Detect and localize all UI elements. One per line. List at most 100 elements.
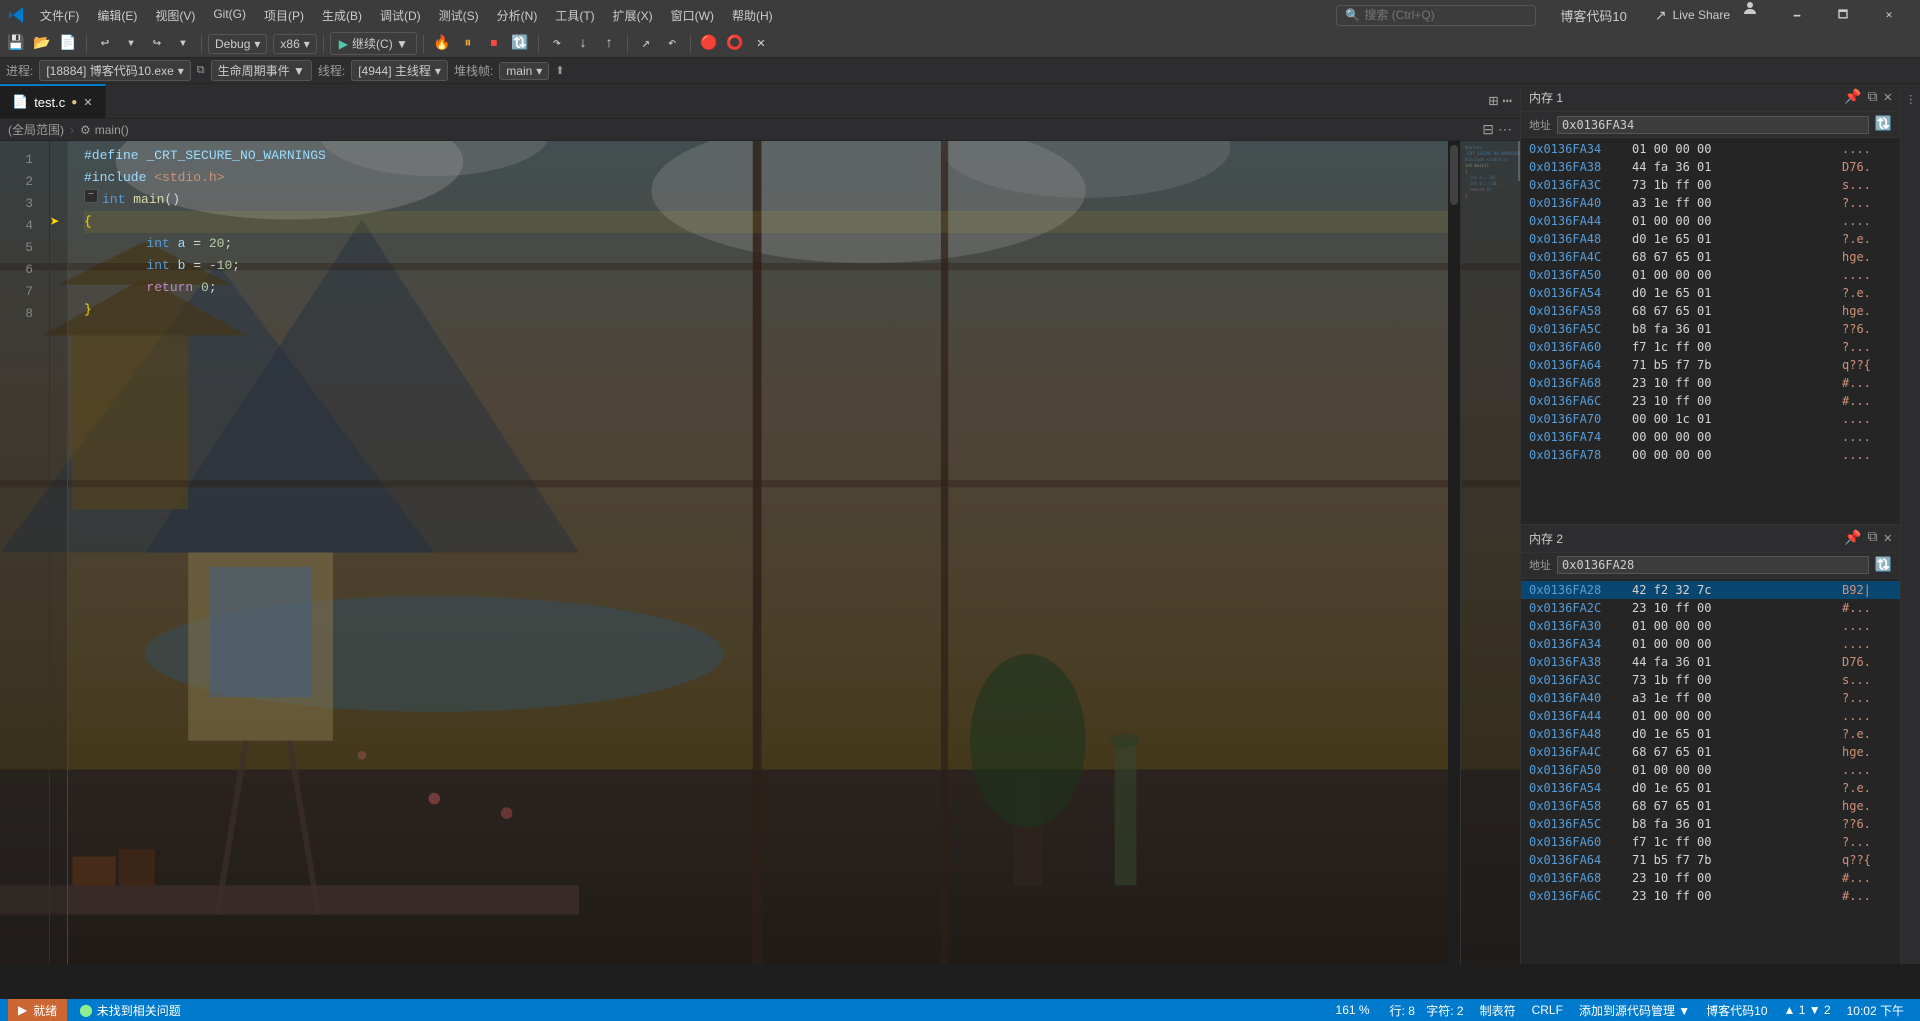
memory-row[interactable]: 0x0136FA7000 00 1c 01.... <box>1521 410 1900 428</box>
zoom-level[interactable]: 161 % <box>1336 1002 1370 1019</box>
mem2-float-btn[interactable]: ⧉ <box>1868 530 1878 546</box>
profile-button[interactable] <box>1742 0 1774 30</box>
mem2-close-btn[interactable]: ✕ <box>1884 530 1892 547</box>
memory-row[interactable]: 0x0136FA3C73 1b ff 00s... <box>1521 176 1900 194</box>
bp-clear-btn[interactable]: ✕ <box>749 32 773 56</box>
memory-row[interactable]: 0x0136FA60f7 1c ff 00?... <box>1521 338 1900 356</box>
memory-row[interactable]: 0x0136FA5Cb8 fa 36 01??6. <box>1521 815 1900 833</box>
memory-row[interactable]: 0x0136FA60f7 1c ff 00?... <box>1521 833 1900 851</box>
memory-1-content[interactable]: 0x0136FA3401 00 00 00....0x0136FA3844 fa… <box>1521 138 1900 524</box>
close-button[interactable]: ✕ <box>1866 0 1912 30</box>
menu-file[interactable]: 文件(F) <box>32 3 87 28</box>
mem1-refresh-btn[interactable]: 🔃 <box>1875 116 1892 133</box>
breadcrumb-scope[interactable]: (全局范围) <box>8 121 64 138</box>
debug-status-indicator[interactable]: ▶ 就绪 <box>8 999 67 1021</box>
memory-row[interactable]: 0x0136FA3844 fa 36 01D76. <box>1521 653 1900 671</box>
menu-analyze[interactable]: 分析(N) <box>489 3 546 28</box>
lifecycle-selector[interactable]: 生命周期事件 ▼ <box>211 60 312 81</box>
more-tabs-btn[interactable]: ⋯ <box>1502 91 1512 111</box>
code-editor[interactable]: #define _CRT_SECURE_NO_WARNINGS #include… <box>68 141 1448 964</box>
memory-row[interactable]: 0x0136FA3401 00 00 00.... <box>1521 140 1900 158</box>
memory-row[interactable]: 0x0136FA3001 00 00 00.... <box>1521 617 1900 635</box>
run-to-cursor-btn[interactable]: ↗ <box>634 32 658 56</box>
break-all-btn[interactable]: ⏸ <box>456 32 480 56</box>
memory-row[interactable]: 0x0136FA5868 67 65 01hge. <box>1521 797 1900 815</box>
platform-dropdown[interactable]: x86 ▾ <box>273 34 316 54</box>
memory-row[interactable]: 0x0136FA4C68 67 65 01hge. <box>1521 248 1900 266</box>
scroll-thumb[interactable] <box>1450 145 1458 205</box>
stop-btn[interactable]: ⏹ <box>482 32 506 56</box>
memory-row[interactable]: 0x0136FA3C73 1b ff 00s... <box>1521 671 1900 689</box>
memory-row[interactable]: 0x0136FA40a3 1e ff 00?... <box>1521 194 1900 212</box>
mem2-pin-btn[interactable]: 📌 <box>1844 530 1861 547</box>
minimap-slider[interactable] <box>1518 141 1520 181</box>
bp-toggle-btn[interactable]: 🔴 <box>697 32 721 56</box>
breadcrumb-func[interactable]: ⚙ main() <box>80 123 129 137</box>
step-back-btn[interactable]: ↶ <box>660 32 684 56</box>
minimize-button[interactable]: 🗕 <box>1774 0 1820 30</box>
mem1-close-btn[interactable]: ✕ <box>1884 89 1892 106</box>
undo-btn[interactable]: ↩ <box>93 32 117 56</box>
undo-dropdown[interactable]: ▾ <box>119 32 143 56</box>
stackframe-selector[interactable]: main ▾ <box>499 62 549 80</box>
open-btn[interactable]: 📂 <box>30 32 54 56</box>
memory-row[interactable]: 0x0136FA3844 fa 36 01D76. <box>1521 158 1900 176</box>
memory-row[interactable]: 0x0136FA6C23 10 ff 00#... <box>1521 887 1900 905</box>
memory-row[interactable]: 0x0136FA7400 00 00 00.... <box>1521 428 1900 446</box>
encoding-indicator[interactable]: 制表符 <box>1472 1002 1524 1019</box>
more-breadcrumb-btn[interactable]: ⋯ <box>1498 121 1512 138</box>
mem2-refresh-btn[interactable]: 🔃 <box>1875 557 1892 574</box>
memory-row[interactable]: 0x0136FA5001 00 00 00.... <box>1521 761 1900 779</box>
memory-row[interactable]: 0x0136FA4C68 67 65 01hge. <box>1521 743 1900 761</box>
copy-icon[interactable]: ⧉ <box>197 64 205 77</box>
source-control-btn[interactable]: 添加到源代码管理 ▼ <box>1571 1002 1698 1019</box>
memory-row[interactable]: 0x0136FA6823 10 ff 00#... <box>1521 869 1900 887</box>
problems-indicator[interactable]: ⬤ 未找到相关问题 <box>79 1002 180 1019</box>
memory-row[interactable]: 0x0136FA4401 00 00 00.... <box>1521 212 1900 230</box>
hot-reload-btn[interactable]: 🔥 <box>430 32 454 56</box>
memory-row[interactable]: 0x0136FA5001 00 00 00.... <box>1521 266 1900 284</box>
menu-debug[interactable]: 调试(D) <box>372 3 429 28</box>
menu-project[interactable]: 项目(P) <box>256 3 312 28</box>
menu-help[interactable]: 帮助(H) <box>724 3 781 28</box>
memory-row[interactable]: 0x0136FA6471 b5 f7 7bq??{ <box>1521 851 1900 869</box>
global-search-input[interactable] <box>1364 8 1504 22</box>
thread-selector[interactable]: [4944] 主线程 ▾ <box>351 60 448 81</box>
save-btn[interactable]: 💾 <box>4 32 28 56</box>
step-into-btn[interactable]: ↓ <box>571 32 595 56</box>
redo-dropdown[interactable]: ▾ <box>171 32 195 56</box>
debug-config-dropdown[interactable]: Debug ▾ <box>208 34 267 54</box>
maximize-button[interactable]: 🗖 <box>1820 0 1866 30</box>
git-status-btn[interactable]: ▲ 1 ▼ 2 <box>1776 1003 1839 1017</box>
live-share-button[interactable]: ↗ Live Share <box>1643 3 1742 28</box>
menu-window[interactable]: 窗口(W) <box>663 3 722 28</box>
collapse-button[interactable]: − <box>84 189 98 203</box>
global-search-box[interactable]: 🔍 <box>1336 5 1536 26</box>
mem1-addr-input[interactable] <box>1557 116 1869 134</box>
right-panel-toggle[interactable]: ⋯ <box>1902 88 1919 111</box>
collapse-all-btn[interactable]: ⊟ <box>1482 121 1494 138</box>
tab-close-button[interactable]: ✕ <box>83 96 92 109</box>
step-over-btn[interactable]: ↷ <box>545 32 569 56</box>
menu-edit[interactable]: 编辑(E) <box>89 3 145 28</box>
continue-button[interactable]: ▶ 继续(C) ▼ <box>330 32 417 55</box>
mem1-pin-btn[interactable]: 📌 <box>1844 89 1861 106</box>
memory-row[interactable]: 0x0136FA48d0 1e 65 01?.e. <box>1521 230 1900 248</box>
project-name-btn[interactable]: 博客代码10 <box>1698 1002 1775 1019</box>
redo-btn[interactable]: ↪ <box>145 32 169 56</box>
menu-git[interactable]: Git(G) <box>205 3 254 28</box>
restart-btn[interactable]: 🔃 <box>508 32 532 56</box>
line-col-indicator[interactable]: 行: 8 字符: 2 <box>1382 1002 1472 1019</box>
memory-row[interactable]: 0x0136FA5Cb8 fa 36 01??6. <box>1521 320 1900 338</box>
memory-row[interactable]: 0x0136FA2842 f2 32 7cB92| <box>1521 581 1900 599</box>
line-ending-indicator[interactable]: CRLF <box>1524 1003 1571 1017</box>
process-selector[interactable]: [18884] 博客代码10.exe ▾ <box>39 60 190 81</box>
tab-test-c[interactable]: 📄 test.c ● ✕ <box>0 84 106 118</box>
split-editor-btn[interactable]: ⊞ <box>1489 91 1499 111</box>
memory-row[interactable]: 0x0136FA6823 10 ff 00#... <box>1521 374 1900 392</box>
mem2-addr-input[interactable] <box>1557 556 1869 574</box>
editor-scrollbar[interactable] <box>1448 141 1460 964</box>
memory-row[interactable]: 0x0136FA2C23 10 ff 00#... <box>1521 599 1900 617</box>
memory-row[interactable]: 0x0136FA3401 00 00 00.... <box>1521 635 1900 653</box>
memory-row[interactable]: 0x0136FA7800 00 00 00.... <box>1521 446 1900 464</box>
